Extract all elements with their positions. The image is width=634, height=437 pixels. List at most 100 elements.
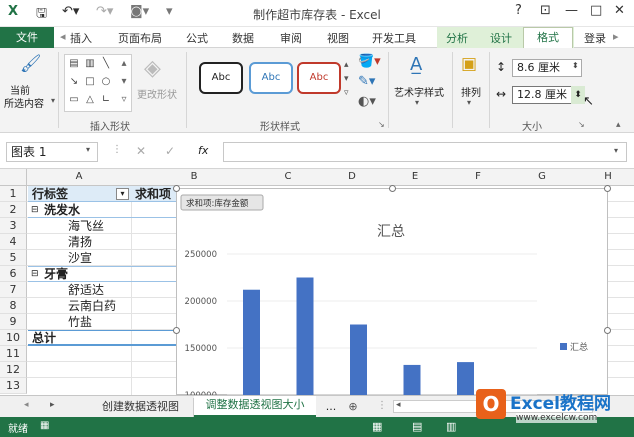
column-header-e[interactable]: E <box>397 171 433 182</box>
styles-down-icon[interactable]: ▾ <box>344 74 349 84</box>
gallery-up-icon[interactable]: ▴ <box>117 58 131 69</box>
collapse-group-1-icon[interactable]: ⊟ <box>31 202 39 218</box>
pivot-item[interactable]: 舒适达 <box>68 282 104 298</box>
column-header-g[interactable]: G <box>524 171 560 182</box>
pivot-group-1[interactable]: 洗发水 <box>44 202 80 218</box>
format-selection-icon[interactable]: 🖌 <box>20 54 42 74</box>
normal-view-icon[interactable]: ▦ <box>372 420 382 433</box>
help-button[interactable]: ? <box>515 3 522 18</box>
resize-handle[interactable] <box>173 185 180 192</box>
tab-scroll-right-icon[interactable]: ▸ <box>613 30 619 43</box>
arrange-dropdown-icon[interactable]: ▾ <box>467 98 471 107</box>
line-shape-icon[interactable]: ╲ <box>99 58 113 69</box>
row-header-7[interactable]: 7 <box>0 282 27 298</box>
shape-style-red[interactable]: Abc <box>297 62 341 94</box>
wordart-dropdown-icon[interactable]: ▾ <box>415 98 419 107</box>
collapse-ribbon-icon[interactable]: ▴ <box>616 120 621 130</box>
collapse-group-2-icon[interactable]: ⊟ <box>31 266 39 282</box>
close-button[interactable]: ✕ <box>614 3 625 18</box>
tab-scroll-left-icon[interactable]: ◂ <box>60 30 66 43</box>
row-header-10[interactable]: 10 <box>0 330 27 346</box>
shape-outline-icon[interactable]: ✎▾ <box>358 74 375 89</box>
textbox-shape-icon[interactable]: ▤ <box>67 58 81 69</box>
insert-function-button[interactable]: fx <box>198 144 208 157</box>
oval-shape-icon[interactable]: ○ <box>99 76 113 87</box>
enter-formula-icon[interactable]: ✓ <box>165 144 175 158</box>
column-header-c[interactable]: C <box>270 171 306 182</box>
pivot-chart[interactable]: 求和项:库存金额 汇总 2500002000001500001000005000… <box>173 185 611 401</box>
wordart-icon[interactable]: A̲ <box>410 54 422 75</box>
gallery-more-icon[interactable]: ▿ <box>117 94 131 105</box>
pivot-item[interactable]: 沙宣 <box>68 250 92 266</box>
row-header-5[interactable]: 5 <box>0 250 27 266</box>
chart-bar[interactable] <box>457 362 474 396</box>
pivot-grand-total[interactable]: 总计 <box>32 330 56 346</box>
scroll-left-icon[interactable]: ◂ <box>396 400 401 410</box>
select-all-corner[interactable] <box>0 169 27 186</box>
shape-styles-launcher-icon[interactable]: ↘ <box>378 120 385 129</box>
row-header-9[interactable]: 9 <box>0 314 27 330</box>
sheet-tab-active[interactable]: 调整数据透视图大小 <box>194 396 316 417</box>
formula-input[interactable] <box>223 142 627 162</box>
lshape-shape-icon[interactable]: ∟ <box>99 94 113 105</box>
resize-handle[interactable] <box>604 327 611 334</box>
wordart-styles-button[interactable]: 艺术字样式 <box>394 84 444 99</box>
sheet-tab[interactable]: 创建数据透视图 <box>88 398 194 417</box>
page-break-view-icon[interactable]: ▥ <box>446 420 456 433</box>
shape-style-dark[interactable]: Abc <box>199 62 243 94</box>
chart-bar[interactable] <box>350 324 367 397</box>
shape-fill-icon[interactable]: 🪣▾ <box>358 54 381 69</box>
tab-view[interactable]: 视图 <box>327 30 349 46</box>
tab-file[interactable]: 文件 <box>0 27 54 48</box>
column-header-d[interactable]: D <box>334 171 370 182</box>
size-launcher-icon[interactable]: ↘ <box>578 120 585 129</box>
tab-insert[interactable]: 插入 <box>70 30 92 46</box>
more-sheets-button[interactable]: ... <box>322 398 340 417</box>
tab-design[interactable]: 设计 <box>490 30 512 46</box>
chart-bar[interactable] <box>296 277 314 397</box>
vertical-textbox-shape-icon[interactable]: ▥ <box>83 58 97 69</box>
column-header-h[interactable]: H <box>596 171 620 182</box>
arrow-shape-icon[interactable]: ↘ <box>67 76 81 87</box>
tab-developer[interactable]: 开发工具 <box>372 30 416 46</box>
row-header-3[interactable]: 3 <box>0 218 27 234</box>
column-header-b[interactable]: B <box>176 171 212 182</box>
name-box-dropdown-icon[interactable]: ▾ <box>86 145 90 154</box>
name-box[interactable]: 图表 1 <box>6 142 98 162</box>
resize-handle[interactable] <box>389 185 396 192</box>
tab-split-handle-icon[interactable]: ⋮ <box>377 400 387 411</box>
shape-effects-icon[interactable]: ◐▾ <box>358 94 376 109</box>
height-spin-icon[interactable]: ⬍ <box>572 61 579 70</box>
row-header-4[interactable]: 4 <box>0 234 27 250</box>
maximize-button[interactable]: □ <box>590 3 602 18</box>
tab-data[interactable]: 数据 <box>232 30 254 46</box>
tab-format[interactable]: 格式 <box>523 27 573 49</box>
chart-legend-label[interactable]: 汇总 <box>570 341 588 353</box>
styles-up-icon[interactable]: ▴ <box>344 60 349 70</box>
row-header-8[interactable]: 8 <box>0 298 27 314</box>
pivot-item[interactable]: 清扬 <box>68 234 92 250</box>
styles-more-icon[interactable]: ▿ <box>344 88 349 98</box>
tab-analyze[interactable]: 分析 <box>446 30 468 46</box>
cancel-formula-icon[interactable]: ✕ <box>136 144 146 158</box>
chart-title[interactable]: 汇总 <box>377 224 405 240</box>
tab-page-layout[interactable]: 页面布局 <box>118 30 162 46</box>
new-sheet-button[interactable]: ⊕ <box>344 398 362 417</box>
pivot-item[interactable]: 竹盐 <box>68 314 92 330</box>
rectangle-shape-icon[interactable]: □ <box>83 76 97 87</box>
tab-formulas[interactable]: 公式 <box>186 30 208 46</box>
macro-record-icon[interactable]: ▦ <box>40 420 49 431</box>
minimize-button[interactable]: — <box>565 3 578 18</box>
chart-field-button[interactable]: 求和项:库存金额 <box>186 198 249 209</box>
row-header-12[interactable]: 12 <box>0 362 27 378</box>
rounded-rect-shape-icon[interactable]: ▭ <box>67 94 81 105</box>
row-labels-filter-icon[interactable]: ▾ <box>116 188 129 200</box>
row-header-13[interactable]: 13 <box>0 378 27 394</box>
row-header-2[interactable]: 2 <box>0 202 27 218</box>
change-shape-button[interactable]: 更改形状 <box>137 86 177 101</box>
shape-style-blue[interactable]: Abc <box>249 62 293 94</box>
gallery-down-icon[interactable]: ▾ <box>117 76 131 87</box>
arrange-icon[interactable]: ▣ <box>461 54 477 74</box>
sheet-scroll-right-icon[interactable]: ▸ <box>50 400 55 410</box>
triangle-shape-icon[interactable]: △ <box>83 94 97 105</box>
